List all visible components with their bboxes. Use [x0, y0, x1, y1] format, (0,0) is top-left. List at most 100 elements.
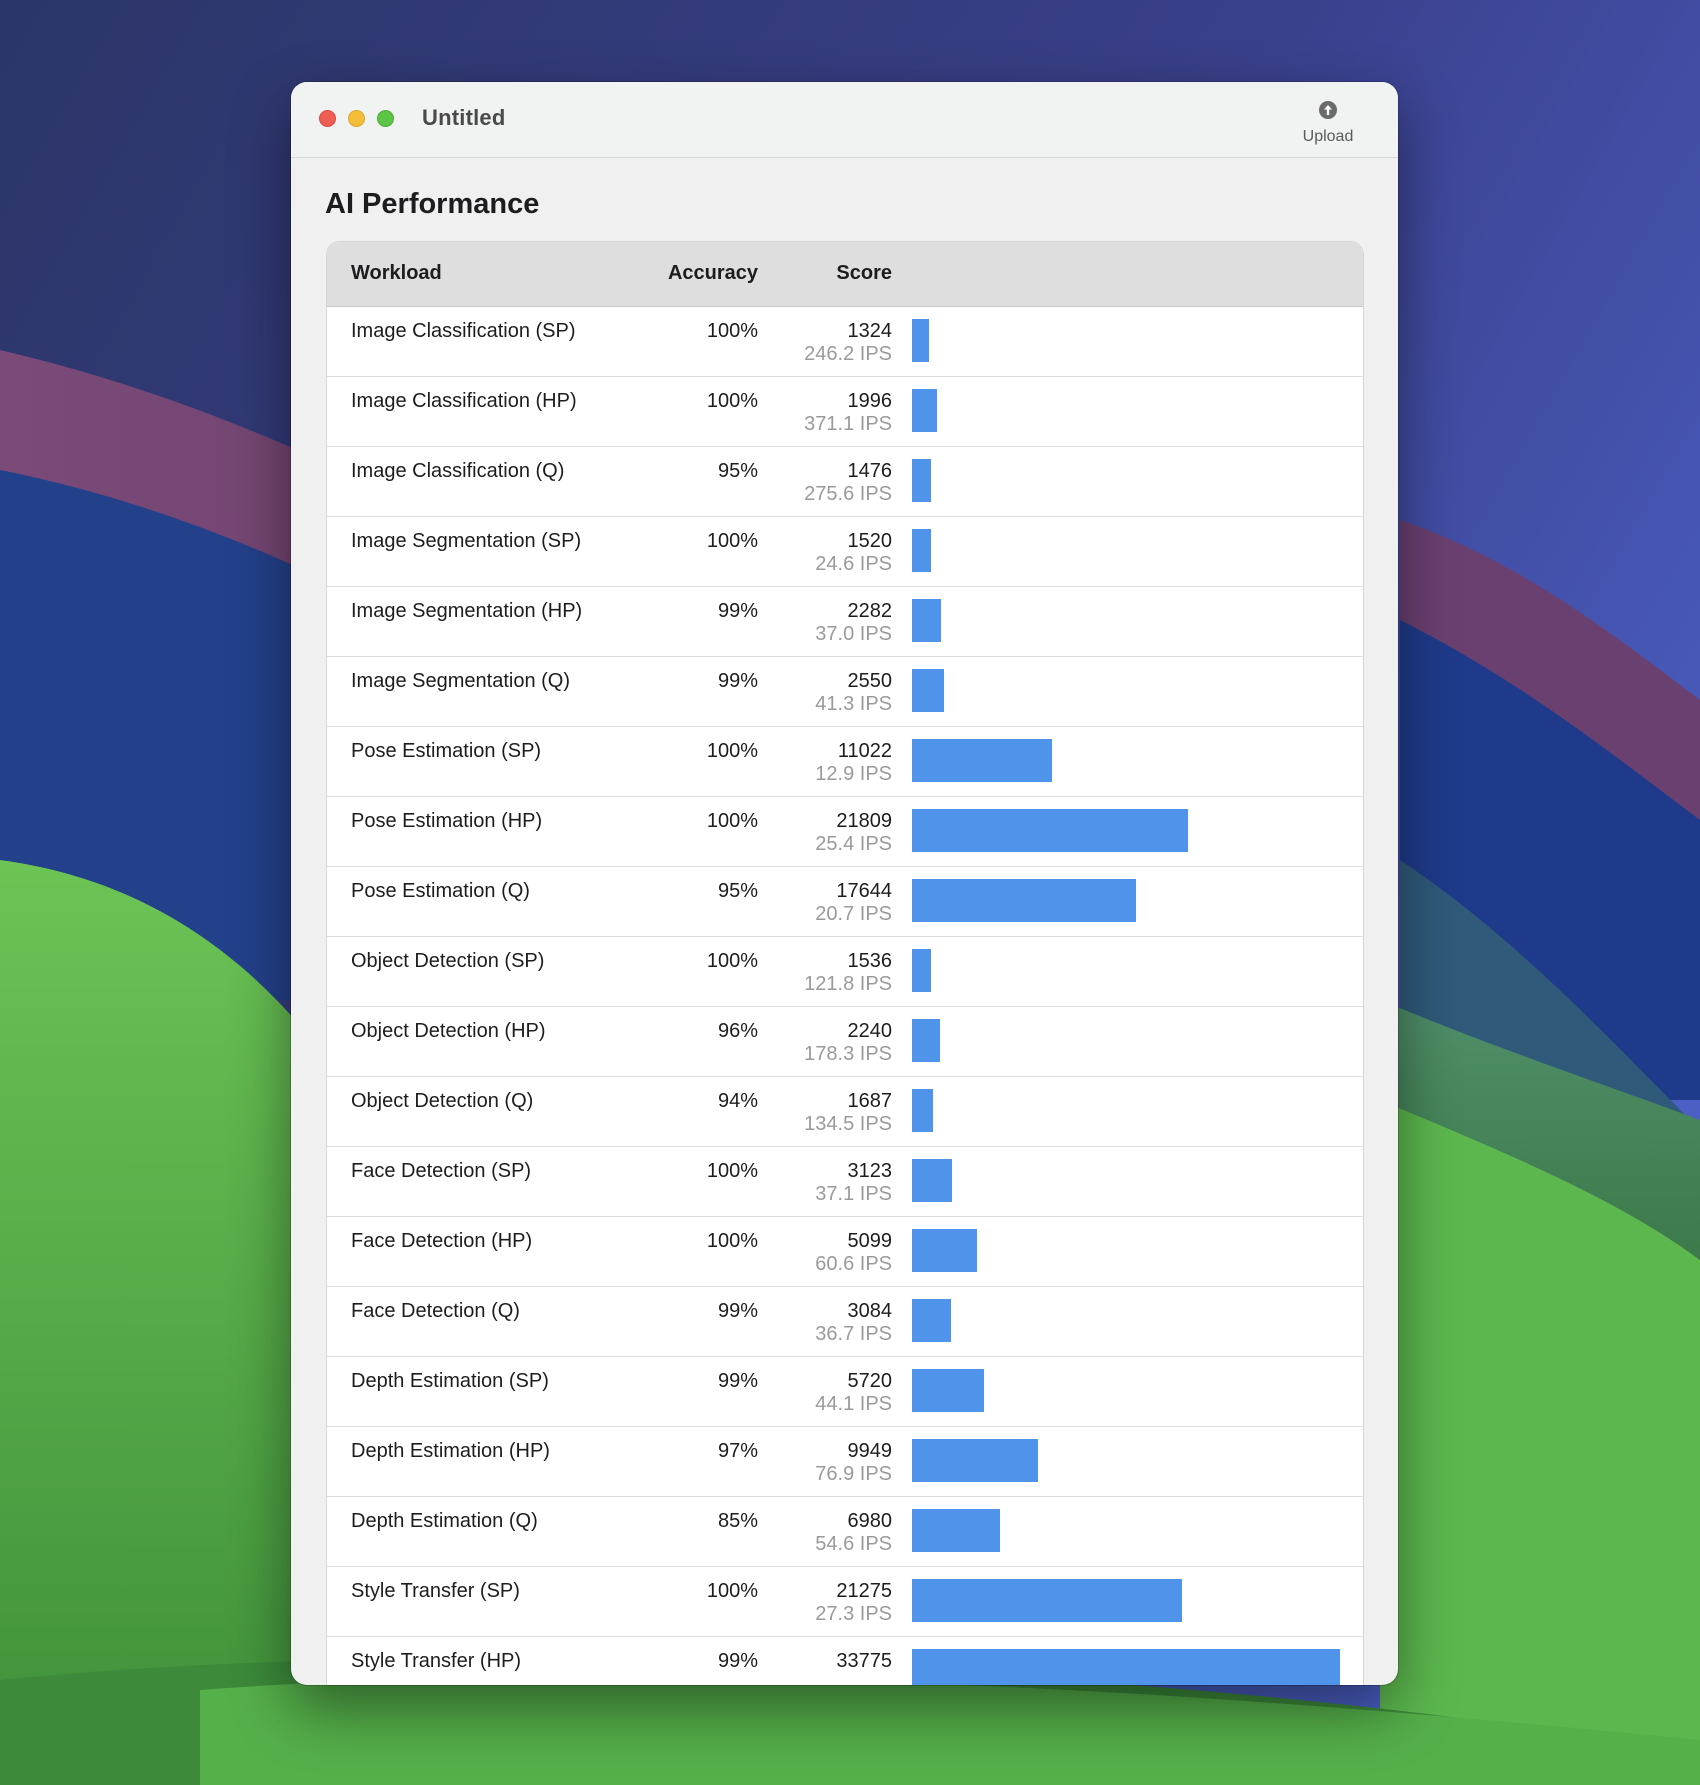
- results-table: Workload Accuracy Score Image Classifica…: [326, 241, 1364, 1685]
- table-row[interactable]: Face Detection (HP) 100% 5099 60.6 IPS: [327, 1217, 1363, 1287]
- upload-icon: [1319, 101, 1337, 119]
- column-header-workload[interactable]: Workload: [351, 262, 442, 285]
- table-row[interactable]: Image Classification (SP) 100% 1324 246.2 I…: [327, 307, 1363, 377]
- accuracy-cell: 97%: [717, 1440, 758, 1462]
- close-button[interactable]: [319, 110, 336, 127]
- zoom-button[interactable]: [377, 110, 394, 127]
- ips-cell: 37.1 IPS: [815, 1183, 892, 1205]
- minimize-button[interactable]: [348, 110, 365, 127]
- upload-button[interactable]: Upload: [1278, 100, 1378, 146]
- ips-cell: 25.4 IPS: [815, 833, 892, 855]
- workload-cell: Face Detection (HP): [351, 1230, 533, 1252]
- table-row[interactable]: Image Segmentation (SP) 100% 1520 24.6 IPS: [327, 517, 1363, 587]
- table-row[interactable]: Image Classification (Q) 95% 1476 275.6 IPS: [327, 447, 1363, 517]
- table-row[interactable]: Depth Estimation (Q) 85% 6980 54.6 IPS: [327, 1497, 1363, 1567]
- score-cell: 3123: [847, 1160, 893, 1182]
- table-row[interactable]: Pose Estimation (HP) 100% 21809 25.4 IPS: [327, 797, 1363, 867]
- score-cell: 3084: [847, 1300, 893, 1322]
- score-bar: [912, 529, 931, 572]
- accuracy-cell: 99%: [717, 600, 758, 622]
- table-row[interactable]: Pose Estimation (Q) 95% 17644 20.7 IPS: [327, 867, 1363, 937]
- title-bar: Untitled Upload: [291, 82, 1398, 158]
- score-bar: [912, 1369, 984, 1412]
- score-cell: 1996: [847, 390, 893, 412]
- table-row[interactable]: Face Detection (Q) 99% 3084 36.7 IPS: [327, 1287, 1363, 1357]
- ips-cell: 371.1 IPS: [804, 413, 892, 435]
- score-cell: 1687: [847, 1090, 893, 1112]
- score-cell: 9949: [847, 1440, 893, 1462]
- ips-cell: 27.3 IPS: [815, 1603, 892, 1625]
- ips-cell: 246.2 IPS: [804, 343, 892, 365]
- table-row[interactable]: Style Transfer (SP) 100% 21275 27.3 IPS: [327, 1567, 1363, 1637]
- ips-cell: 41.3 IPS: [815, 693, 892, 715]
- workload-cell: Depth Estimation (HP): [351, 1440, 550, 1462]
- score-bar: [912, 1439, 1038, 1482]
- accuracy-cell: 99%: [717, 670, 758, 692]
- workload-cell: Depth Estimation (SP): [351, 1370, 549, 1392]
- ips-cell: 20.7 IPS: [815, 903, 892, 925]
- table-header: Workload Accuracy Score: [327, 242, 1363, 307]
- score-bar: [912, 879, 1136, 922]
- ips-cell: 24.6 IPS: [815, 553, 892, 575]
- table-row[interactable]: Face Detection (SP) 100% 3123 37.1 IPS: [327, 1147, 1363, 1217]
- score-bar: [912, 1159, 952, 1202]
- column-header-score[interactable]: Score: [836, 262, 892, 285]
- score-bar: [912, 1019, 940, 1062]
- score-cell: 2240: [847, 1020, 893, 1042]
- score-bar: [912, 1089, 933, 1132]
- accuracy-cell: 100%: [706, 1230, 758, 1252]
- score-cell: 17644: [836, 880, 892, 902]
- app-window: Untitled Upload AI Performance Workload …: [291, 82, 1398, 1685]
- workload-cell: Object Detection (Q): [351, 1090, 534, 1112]
- table-row[interactable]: Pose Estimation (SP) 100% 11022 12.9 IPS: [327, 727, 1363, 797]
- accuracy-cell: 100%: [706, 1580, 758, 1602]
- score-cell: 11022: [837, 740, 892, 762]
- column-header-accuracy[interactable]: Accuracy: [668, 262, 758, 285]
- accuracy-cell: 100%: [706, 320, 758, 342]
- window-title: Untitled: [422, 105, 506, 130]
- workload-cell: Style Transfer (HP): [351, 1650, 522, 1672]
- score-cell: 6980: [847, 1510, 893, 1532]
- table-row[interactable]: Object Detection (HP) 96% 2240 178.3 IPS: [327, 1007, 1363, 1077]
- workload-cell: Image Segmentation (HP): [351, 600, 583, 622]
- table-row[interactable]: Image Segmentation (Q) 99% 2550 41.3 IPS: [327, 657, 1363, 727]
- score-cell: 1536: [847, 950, 893, 972]
- workload-cell: Pose Estimation (Q): [351, 880, 530, 902]
- ips-cell: 275.6 IPS: [804, 483, 892, 505]
- score-bar: [912, 949, 931, 992]
- score-bar: [912, 319, 929, 362]
- score-cell: 21809: [836, 810, 892, 832]
- workload-cell: Depth Estimation (Q): [351, 1510, 538, 1532]
- workload-cell: Face Detection (SP): [351, 1160, 532, 1182]
- workload-cell: Object Detection (HP): [351, 1020, 546, 1042]
- table-row[interactable]: Depth Estimation (HP) 97% 9949 76.9 IPS: [327, 1427, 1363, 1497]
- score-bar: [912, 739, 1052, 782]
- table-row[interactable]: Image Classification (HP) 100% 1996 371.1 I…: [327, 377, 1363, 447]
- score-bar: [912, 669, 944, 712]
- ips-cell: 37.0 IPS: [815, 623, 892, 645]
- table-row[interactable]: Style Transfer (HP) 99% 33775: [327, 1637, 1363, 1685]
- workload-cell: Image Segmentation (SP): [351, 530, 582, 552]
- workload-cell: Style Transfer (SP): [351, 1580, 520, 1602]
- accuracy-cell: 99%: [717, 1370, 758, 1392]
- accuracy-cell: 99%: [717, 1300, 758, 1322]
- score-bar: [912, 1299, 951, 1342]
- accuracy-cell: 100%: [706, 810, 758, 832]
- table-body: Image Classification (SP) 100% 1324 246.2 I…: [327, 307, 1363, 1685]
- ips-cell: 134.5 IPS: [804, 1113, 892, 1135]
- table-row[interactable]: Object Detection (SP) 100% 1536 121.8 IPS: [327, 937, 1363, 1007]
- score-bar: [912, 459, 931, 502]
- score-cell: 33775: [836, 1650, 892, 1672]
- ips-cell: 178.3 IPS: [804, 1043, 892, 1065]
- accuracy-cell: 94%: [717, 1090, 758, 1112]
- workload-cell: Image Segmentation (Q): [351, 670, 570, 692]
- table-row[interactable]: Image Segmentation (HP) 99% 2282 37.0 IPS: [327, 587, 1363, 657]
- score-cell: 5720: [847, 1370, 893, 1392]
- table-row[interactable]: Object Detection (Q) 94% 1687 134.5 IPS: [327, 1077, 1363, 1147]
- table-row[interactable]: Depth Estimation (SP) 99% 5720 44.1 IPS: [327, 1357, 1363, 1427]
- score-cell: 1476: [847, 460, 893, 482]
- score-cell: 21275: [836, 1580, 892, 1602]
- ips-cell: 36.7 IPS: [815, 1323, 892, 1345]
- accuracy-cell: 100%: [706, 530, 758, 552]
- workload-cell: Object Detection (SP): [351, 950, 545, 972]
